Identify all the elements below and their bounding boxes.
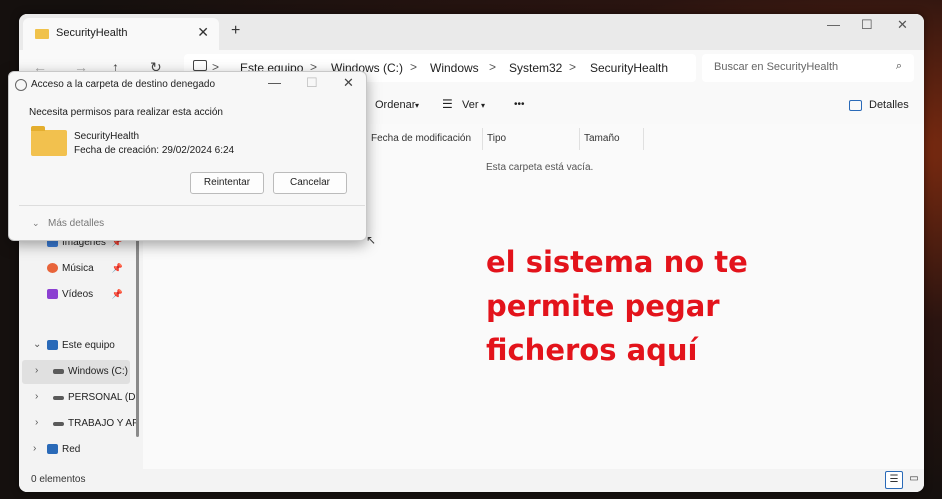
column-header-size[interactable]: Tamaño xyxy=(584,133,620,144)
caption-line: ficheros aquí xyxy=(486,333,698,367)
access-denied-dialog: Acceso a la carpeta de destino denegado … xyxy=(8,71,367,241)
chevron-right-icon: › xyxy=(35,365,39,376)
dialog-message: Necesita permisos para realizar esta acc… xyxy=(29,107,223,118)
tab-securityhealth[interactable]: SecurityHealth ✕ xyxy=(23,18,219,50)
sidebar-item-label: Red xyxy=(62,444,81,455)
status-bar: 0 elementos ☰ ▭ xyxy=(19,469,924,492)
minimize-button[interactable]: — xyxy=(827,17,840,32)
sidebar-item-label: Vídeos xyxy=(62,289,94,300)
column-header-date[interactable]: Fecha de modificación xyxy=(371,133,471,144)
folder-icon xyxy=(35,29,49,39)
sidebar-item-label: Windows (C:) xyxy=(68,366,129,377)
dialog-app-icon xyxy=(15,79,27,91)
dialog-divider xyxy=(19,205,365,206)
pin-icon: 📌 xyxy=(111,289,123,299)
folder-created-date: Fecha de creación: 29/02/2024 6:24 xyxy=(74,145,235,156)
monitor-icon xyxy=(193,60,207,71)
chevron-right-icon: › xyxy=(35,391,39,402)
chevron-right-icon: › xyxy=(35,417,39,428)
sidebar-item-label: Música xyxy=(62,263,94,274)
cancel-button[interactable]: Cancelar xyxy=(273,172,347,194)
tiles-view-icon[interactable]: ▭ xyxy=(906,471,922,487)
sort-button[interactable]: Ordenar xyxy=(375,99,415,111)
breadcrumb-windows[interactable]: Windows xyxy=(430,61,479,75)
breadcrumb-separator: > xyxy=(569,60,577,74)
caption-line: permite pegar xyxy=(486,289,720,323)
search-placeholder: Buscar en SecurityHealth xyxy=(714,61,839,73)
chevron-down-icon: ⌄ xyxy=(32,218,40,228)
dialog-maximize-button[interactable]: ☐ xyxy=(306,75,318,91)
dialog-title: Acceso a la carpeta de destino denegado xyxy=(31,79,216,90)
sidebar-scrollbar[interactable] xyxy=(136,212,139,437)
search-input[interactable]: Buscar en SecurityHealth ⌕ xyxy=(702,54,914,82)
tab-title: SecurityHealth xyxy=(56,27,128,39)
videos-icon xyxy=(47,289,58,299)
view-button[interactable]: Ver xyxy=(462,99,479,111)
sidebar-item-videos[interactable]: Vídeos 📌 xyxy=(19,283,139,307)
item-count: 0 elementos xyxy=(31,474,86,485)
breadcrumb-separator: > xyxy=(489,60,497,74)
breadcrumb-separator: > xyxy=(410,60,418,74)
retry-button[interactable]: Reintentar xyxy=(190,172,264,194)
new-tab-button[interactable]: + xyxy=(231,22,240,40)
more-details-link[interactable]: Más detalles xyxy=(48,218,104,229)
column-divider[interactable] xyxy=(482,128,483,150)
column-header-type[interactable]: Tipo xyxy=(487,133,506,144)
chevron-right-icon: › xyxy=(33,443,37,454)
sidebar-item-musica[interactable]: Música 📌 xyxy=(19,257,139,281)
close-window-button[interactable]: ✕ xyxy=(897,17,908,33)
pin-icon: 📌 xyxy=(111,263,123,273)
empty-folder-message: Esta carpeta está vacía. xyxy=(486,162,594,173)
sidebar-item-label: TRABAJO Y AP xyxy=(68,418,139,429)
sidebar-item-label: PERSONAL (D: xyxy=(68,392,139,403)
folder-name: SecurityHealth xyxy=(74,131,140,142)
dialog-minimize-button[interactable]: — xyxy=(268,75,281,90)
title-bar: SecurityHealth ✕ + — ☐ ✕ xyxy=(19,14,924,50)
view-icon: ☰ xyxy=(442,97,453,111)
caption-line: el sistema no te xyxy=(486,245,748,279)
mouse-cursor-icon: ↖ xyxy=(366,233,377,247)
details-pane-icon xyxy=(849,100,862,111)
breadcrumb-securityhealth[interactable]: SecurityHealth xyxy=(590,61,668,75)
sidebar-item-red[interactable]: › Red xyxy=(19,438,139,462)
more-options-button[interactable]: ••• xyxy=(514,99,525,110)
column-divider[interactable] xyxy=(643,128,644,150)
details-view-icon[interactable]: ☰ xyxy=(885,471,903,489)
tab-close-button[interactable]: ✕ xyxy=(197,24,209,41)
drive-icon xyxy=(53,369,64,374)
drive-icon xyxy=(53,396,64,400)
maximize-button[interactable]: ☐ xyxy=(861,17,873,33)
column-divider[interactable] xyxy=(579,128,580,150)
sidebar-item-windows-c[interactable]: › Windows (C:) xyxy=(22,360,130,384)
monitor-icon xyxy=(47,340,58,350)
dialog-close-button[interactable]: ✕ xyxy=(343,75,354,91)
sidebar-item-label: Este equipo xyxy=(62,340,115,351)
search-icon: ⌕ xyxy=(895,60,902,72)
chevron-down-icon: ▾ xyxy=(415,101,420,110)
chevron-down-icon: ⌄ xyxy=(33,339,42,350)
overlay-caption: el sistema no te permite pegar ficheros … xyxy=(486,240,916,372)
folder-icon xyxy=(31,126,67,156)
sidebar-item-personal-d[interactable]: › PERSONAL (D: xyxy=(19,386,139,410)
breadcrumb-system32[interactable]: System32 xyxy=(509,61,562,75)
sidebar-item-trabajo[interactable]: › TRABAJO Y AP xyxy=(19,412,139,436)
chevron-down-icon: ▾ xyxy=(481,101,486,110)
music-icon xyxy=(47,263,58,273)
drive-icon xyxy=(53,422,64,426)
network-icon xyxy=(47,444,58,454)
details-button[interactable]: Detalles xyxy=(869,99,909,111)
sidebar-item-este-equipo[interactable]: ⌄ Este equipo xyxy=(19,334,139,358)
